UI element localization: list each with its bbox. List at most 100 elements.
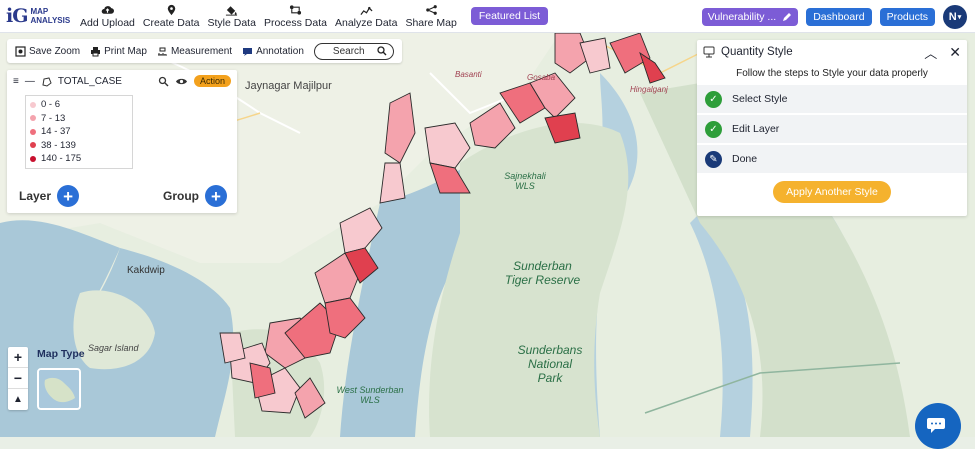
north-arrow-button[interactable]: ▲ — [8, 389, 28, 410]
quantity-style-subtitle: Follow the steps to Style your data prop… — [736, 68, 928, 79]
close-icon[interactable]: ✕ — [949, 44, 961, 61]
top-navbar: iG MAP ANALYSIS Add Upload Create Data St… — [0, 0, 975, 33]
chevron-down-icon: ▾ — [957, 13, 962, 21]
map-toolstrip: Save Zoom Print Map Measurement Annotati… — [7, 39, 402, 63]
zoom-controls: + − ▲ — [8, 347, 28, 410]
visibility-eye-icon[interactable] — [175, 77, 188, 86]
save-zoom-label: Save Zoom — [29, 45, 81, 57]
legend-item: 14 - 37 — [30, 125, 128, 139]
zoom-out-button[interactable]: − — [8, 368, 28, 389]
nav-process-data-label: Process Data — [263, 16, 327, 29]
legend-item: 0 - 6 — [30, 98, 128, 112]
avatar-initial: N — [948, 10, 957, 23]
products-button[interactable]: Products — [879, 7, 935, 26]
save-zoom-icon — [15, 45, 26, 57]
featured-list-button[interactable]: Featured List — [470, 7, 549, 25]
add-group-button[interactable]: + — [205, 185, 227, 207]
label-basanti: Basanti — [455, 70, 482, 79]
nav-share-map-label: Share Map — [405, 16, 457, 29]
legend-label: 140 - 175 — [41, 153, 82, 165]
nav-add-upload[interactable]: Add Upload — [76, 0, 139, 33]
nav-add-upload-label: Add Upload — [80, 16, 135, 29]
chat-bubble-icon — [927, 418, 945, 433]
user-avatar[interactable]: N ▾ — [943, 4, 967, 29]
add-layer-control: Layer + — [19, 185, 80, 207]
annotation-icon — [243, 47, 253, 56]
legend-swatch — [30, 142, 36, 149]
label-sunderbans-np: Sunderbans National Park — [517, 343, 583, 385]
add-group-control: Group + — [163, 185, 227, 207]
layer-panel: ≡ — TOTAL_CASE Action 0 - 6 7 - 13 14 - … — [7, 70, 237, 213]
collapse-chevron-icon[interactable]: ︿ — [924, 43, 937, 62]
zoom-in-button[interactable]: + — [8, 347, 28, 368]
zoom-to-layer-icon[interactable] — [158, 76, 169, 87]
pencil-icon: ✎ — [705, 150, 722, 168]
step-label: Done — [732, 153, 758, 165]
nav-share-map[interactable]: Share Map — [401, 0, 460, 33]
step-label: Edit Layer — [732, 123, 780, 135]
vulnerability-button[interactable]: Vulnerability ... — [701, 7, 799, 26]
quantity-style-header: Quantity Style ︿ ✕ — [697, 40, 967, 64]
layer-row: ≡ — TOTAL_CASE Action — [7, 70, 237, 92]
step-edit-layer[interactable]: ✓ Edit Layer — [697, 115, 967, 143]
cloud-upload-icon — [101, 5, 114, 14]
step-label: Select Style — [732, 93, 788, 105]
layer-legend: 0 - 6 7 - 13 14 - 37 38 - 139 140 - 175 — [25, 95, 133, 169]
nav-style-data-label: Style Data — [207, 16, 256, 29]
layer-name: TOTAL_CASE — [57, 75, 122, 87]
quantity-style-title: Quantity Style — [721, 46, 793, 58]
map-search-input[interactable]: Search — [313, 42, 394, 60]
vulnerability-label: Vulnerability ... — [707, 10, 777, 23]
apply-another-style-button[interactable]: Apply Another Style — [773, 181, 891, 203]
add-layer-button[interactable]: + — [57, 185, 80, 207]
app-logo[interactable]: iG MAP ANALYSIS — [0, 5, 76, 27]
nav-create-data[interactable]: Create Data — [139, 0, 204, 33]
label-sagar: Sagar Island — [88, 343, 139, 353]
label-sunderban-tiger: Sunderban Tiger Reserve — [504, 259, 581, 287]
logo-text: MAP ANALYSIS — [30, 7, 71, 25]
layer-group-footer: Layer + Group + — [19, 185, 227, 207]
legend-swatch — [30, 155, 36, 162]
annotation-button[interactable]: Annotation — [242, 46, 304, 57]
paint-bucket-icon — [226, 5, 238, 16]
step-select-style[interactable]: ✓ Select Style — [697, 85, 967, 113]
printer-icon — [91, 46, 101, 56]
save-zoom-button[interactable]: Save Zoom — [15, 46, 80, 57]
label-gosaba: Gosaba — [527, 73, 556, 82]
right-nav: Vulnerability ... Dashboard Products N ▾ — [701, 0, 967, 33]
ruler-icon — [157, 47, 167, 55]
legend-label: 7 - 13 — [41, 112, 66, 124]
print-map-button[interactable]: Print Map — [90, 46, 147, 57]
nav-analyze-data[interactable]: Analyze Data — [331, 0, 401, 33]
nav-create-data-label: Create Data — [142, 16, 200, 29]
legend-label: 14 - 37 — [41, 126, 71, 138]
legend-swatch — [30, 115, 36, 122]
label-kakdwip: Kakdwip — [127, 265, 165, 276]
annotation-label: Annotation — [256, 45, 304, 57]
layer-label: Layer — [19, 189, 52, 203]
label-hingalganj: Hingalganj — [630, 85, 668, 94]
layer-action-button[interactable]: Action — [193, 75, 231, 87]
legend-label: 38 - 139 — [41, 139, 76, 151]
legend-item: 38 - 139 — [30, 139, 128, 153]
legend-item: 7 - 13 — [30, 112, 128, 126]
legend-item: 140 - 175 — [30, 152, 128, 166]
chat-support-button[interactable] — [915, 403, 961, 449]
collapse-icon[interactable]: — — [25, 76, 35, 87]
analyze-icon — [360, 6, 373, 15]
dashboard-button[interactable]: Dashboard — [806, 7, 872, 26]
logo-mark: iG — [6, 5, 28, 27]
label-sajnekhali: Sajnekhali WLS — [504, 171, 546, 191]
legend-swatch — [30, 101, 36, 108]
drag-handle-icon[interactable]: ≡ — [13, 76, 19, 87]
share-icon — [425, 4, 437, 15]
step-done[interactable]: ✎ Done — [697, 145, 967, 173]
measurement-button[interactable]: Measurement — [157, 46, 232, 57]
map-type-thumbnail[interactable] — [37, 368, 81, 410]
nav-style-data[interactable]: Style Data — [204, 0, 260, 33]
nav-process-data[interactable]: Process Data — [260, 0, 331, 33]
group-label: Group — [163, 189, 199, 203]
check-icon: ✓ — [705, 90, 722, 108]
search-placeholder: Search — [332, 45, 365, 57]
globe-thumbnail-icon — [39, 370, 79, 408]
